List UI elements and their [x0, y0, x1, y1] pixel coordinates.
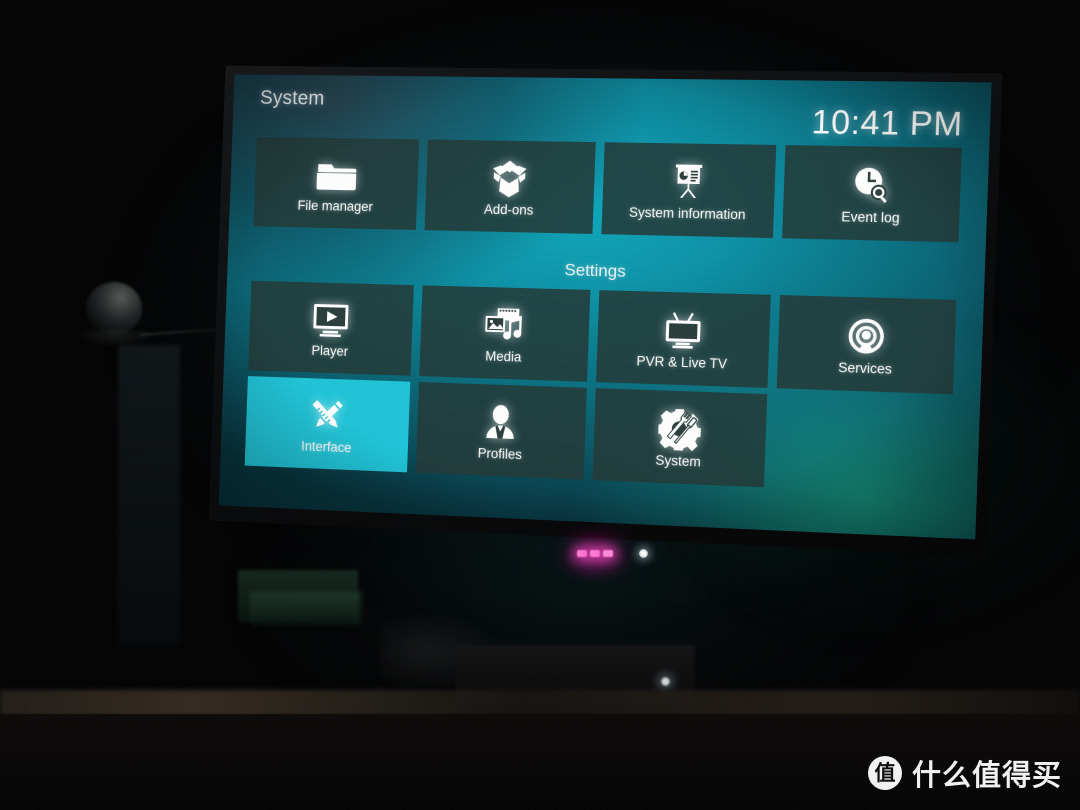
- settings-tile-row-2: Interface Profiles System: [244, 376, 953, 495]
- monitor-play-icon: [308, 297, 354, 341]
- tower-silhouette: [118, 345, 180, 645]
- tile-label: PVR & Live TV: [636, 352, 728, 371]
- tile-system-information[interactable]: System information: [600, 142, 777, 239]
- tile-add-ons[interactable]: Add-ons: [424, 139, 596, 234]
- tile-label: Services: [837, 359, 893, 377]
- top-tile-row: File manager Add-ons System information …: [253, 136, 962, 243]
- watermark: 值 什么值得买: [867, 752, 1062, 794]
- tile-label: Add-ons: [483, 201, 534, 218]
- room-scene: System 10:41 PM File manager Add-ons Sys…: [0, 0, 1080, 810]
- broadcast-person-icon: [842, 313, 891, 359]
- media-console: [455, 645, 695, 707]
- power-led: [639, 549, 648, 558]
- tile-pvr-live-tv[interactable]: PVR & Live TV: [595, 290, 771, 388]
- tile-label: System information: [628, 204, 746, 222]
- tile-label: File manager: [297, 197, 374, 214]
- tile-services[interactable]: Services: [776, 295, 957, 395]
- open-box-icon: [486, 156, 533, 200]
- presentation-board-icon: [664, 159, 712, 204]
- tv-screen: System 10:41 PM File manager Add-ons Sys…: [218, 74, 992, 540]
- shelf-surface: [0, 690, 1080, 716]
- cable-clutter: [380, 612, 500, 692]
- green-device: [238, 570, 358, 622]
- photo-music-icon: [481, 302, 528, 347]
- top-bar: System 10:41 PM: [232, 74, 991, 146]
- green-device-front: [250, 592, 362, 626]
- page-title: System: [259, 87, 325, 110]
- pencil-ruler-icon: [305, 393, 351, 438]
- led-glow: [560, 538, 630, 578]
- tile-system[interactable]: System: [591, 388, 768, 488]
- tile-label: System: [655, 452, 702, 469]
- television-antenna-icon: [659, 307, 707, 353]
- tile-label: Event log: [840, 208, 900, 226]
- tile-player[interactable]: Player: [248, 280, 415, 376]
- tile-interface[interactable]: Interface: [244, 376, 411, 473]
- person-silhouette-icon: [478, 399, 525, 444]
- tile-label: Media: [485, 348, 522, 365]
- camera-base: [80, 330, 152, 346]
- settings-tile-row: Player Media PVR & Live TV Services: [248, 280, 957, 395]
- tile-label: Profiles: [477, 445, 523, 462]
- tile-media[interactable]: Media: [419, 285, 590, 382]
- tile-label: Player: [311, 342, 349, 359]
- watermark-text: 什么值得买: [911, 758, 1062, 792]
- tile-event-log[interactable]: Event log: [781, 145, 962, 243]
- tile-label: Interface: [300, 438, 352, 455]
- clock: 10:41 PM: [811, 102, 964, 143]
- kodi-ui: System 10:41 PM File manager Add-ons Sys…: [219, 74, 992, 539]
- camera-icon: [86, 282, 142, 334]
- tile-profiles[interactable]: Profiles: [415, 381, 587, 480]
- television: System 10:41 PM File manager Add-ons Sys…: [0, 0, 1080, 810]
- gear-screwdriver-icon: [655, 406, 703, 452]
- clock-search-icon: [847, 162, 896, 208]
- tv-panel: System 10:41 PM File manager Add-ons Sys…: [208, 65, 1003, 557]
- watermark-logo: 值: [867, 756, 902, 790]
- console-power-led: [660, 676, 671, 687]
- folder-icon: [313, 153, 359, 197]
- tile-file-manager[interactable]: File manager: [253, 136, 420, 230]
